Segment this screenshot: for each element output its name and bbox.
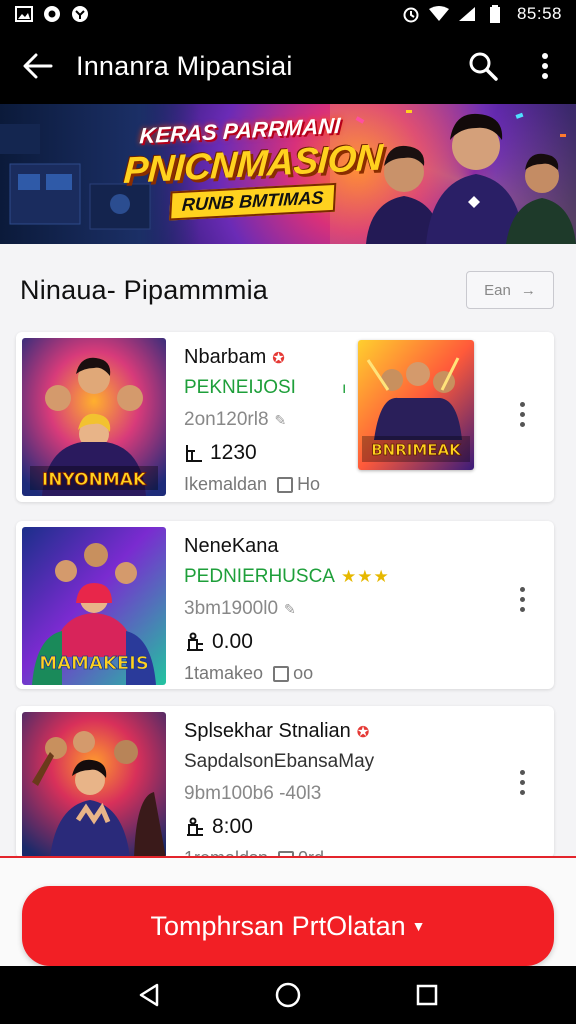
divider-mark: ı xyxy=(342,380,347,397)
item-subtitle: PEDNIERHUSCA ★★★ xyxy=(184,566,484,588)
see-all-label: Ean xyxy=(484,281,511,299)
wifi-icon xyxy=(428,5,449,23)
status-right-icons: 85:58 xyxy=(401,4,562,24)
nav-back-button[interactable] xyxy=(119,966,179,1024)
search-button[interactable] xyxy=(452,28,514,104)
back-triangle-icon xyxy=(140,983,159,1007)
item-subtitle: SapdalsonEbansaMay xyxy=(184,751,375,772)
caret-down-icon: ▼ xyxy=(411,918,426,934)
see-all-button[interactable]: Ean → xyxy=(466,271,554,309)
ticket-icon xyxy=(187,632,203,651)
alarm-icon xyxy=(401,5,421,23)
item-more-button[interactable] xyxy=(510,394,534,434)
nav-home-button[interactable] xyxy=(258,966,318,1024)
app-bar: Innanra Mipansiai xyxy=(0,28,576,104)
item-info: NeneKana PEDNIERHUSCA ★★★ 3bm1900l0 ✎ 0.00… xyxy=(184,535,484,684)
camera-icon xyxy=(42,5,62,23)
item-more-button[interactable] xyxy=(510,579,534,619)
item-price-text: 8:00 xyxy=(212,815,253,838)
promo-banner[interactable]: KERAS PARRMANI PNICNMASION RUNB BMTIMAS xyxy=(0,104,576,244)
back-arrow-icon xyxy=(23,53,53,79)
primary-action-label: Tomphrsan PrtOlatan xyxy=(150,910,406,941)
status-tag: oo xyxy=(293,663,314,683)
list-item[interactable]: MAMAKEIS NeneKana PEDNIERHUSCA ★★★ 3bm190… xyxy=(16,521,554,689)
system-nav-bar xyxy=(0,966,576,1024)
item-subtitle-text: PEDNIERHUSCA xyxy=(184,566,335,587)
item-date-text: 2on120rl8 xyxy=(184,409,269,430)
status-left-icons xyxy=(14,5,90,23)
checkbox-icon xyxy=(277,476,294,493)
app-screen: 85:58 Innanra Mipansiai KERAS PARRMANI P… xyxy=(0,0,576,1024)
poster-title: MAMAKEIS xyxy=(39,653,149,674)
more-vert-icon xyxy=(542,53,548,79)
status-checkbox[interactable]: oo xyxy=(273,663,313,684)
home-circle-icon xyxy=(275,982,301,1008)
movie-poster xyxy=(22,712,166,858)
status-tag: Ho xyxy=(297,474,321,494)
search-icon xyxy=(469,52,498,81)
section-header: Ninaua- Pipammmia Ean → xyxy=(0,262,576,318)
item-price-text: 1230 xyxy=(210,441,257,464)
item-price: 8:00 xyxy=(184,815,484,839)
item-title: NeneKana xyxy=(184,535,279,557)
photo-icon xyxy=(14,5,34,23)
item-date-text: 3bm1900l0 xyxy=(184,598,279,619)
item-date: 9bm100b6 -40l3 xyxy=(184,783,322,804)
banner-people-illustration xyxy=(355,110,576,244)
list-item[interactable]: Splsekhar Stnalian ✪ SapdalsonEbansaMay 9… xyxy=(16,706,554,858)
recents-square-icon xyxy=(416,984,437,1006)
item-title-text: Splsekhar Stnalian xyxy=(184,720,351,742)
item-status-text: 1tamakeo xyxy=(184,663,264,683)
item-more-button[interactable] xyxy=(510,762,534,802)
movie-poster: INYONMAK xyxy=(22,338,166,496)
more-options-button[interactable] xyxy=(514,28,576,104)
status-time: 85:58 xyxy=(516,4,562,23)
item-status-text: Ikemaldan xyxy=(184,474,268,494)
ticket-icon xyxy=(186,445,202,462)
checkbox-icon xyxy=(273,665,290,682)
page-title: Innanra Mipansiai xyxy=(76,50,293,81)
nav-recents-button[interactable] xyxy=(397,966,457,1024)
rating-stars-icon: ★★★ xyxy=(340,567,390,586)
poster-title: INYONMAK xyxy=(42,470,147,490)
ticket-icon xyxy=(187,817,203,836)
item-status: Ikemaldan Ho xyxy=(184,474,484,495)
notification-icon xyxy=(70,5,90,23)
back-button[interactable] xyxy=(0,28,76,104)
status-bar: 85:58 xyxy=(0,0,576,28)
secondary-poster[interactable]: BNRIMEAK xyxy=(358,340,474,470)
banner-headline: KERAS PARRMANI PNICNMASION RUNB BMTIMAS xyxy=(121,112,383,223)
item-info: Splsekhar Stnalian ✪ SapdalsonEbansaMay 9… xyxy=(184,720,484,858)
item-price: 0.00 xyxy=(184,630,484,654)
primary-action-button[interactable]: Tomphrsan PrtOlatan ▼ xyxy=(22,886,554,966)
signal-icon xyxy=(457,5,477,23)
list-item[interactable]: INYONMAK Nbarbam ✪ PEKNEIJOSI 2on120rl8 ✎ … xyxy=(16,332,554,502)
badge-icon: ✪ xyxy=(272,350,285,367)
item-title-text: Nbarbam xyxy=(184,346,267,368)
pin-icon: ✎ xyxy=(274,412,287,428)
item-price-text: 0.00 xyxy=(212,630,253,653)
battery-icon xyxy=(485,5,505,23)
thumb-title: BNRIMEAK xyxy=(371,441,462,459)
item-status: 1tamakeo oo xyxy=(184,663,484,684)
item-title: Splsekhar Stnalian ✪ xyxy=(184,720,484,743)
movie-poster: MAMAKEIS xyxy=(22,527,166,685)
pin-icon: ✎ xyxy=(284,601,296,617)
status-checkbox[interactable]: Ho xyxy=(277,474,320,495)
banner-line-3: RUNB BMTIMAS xyxy=(169,182,337,221)
item-date: 3bm1900l0 ✎ xyxy=(184,598,484,620)
arrow-right-icon: → xyxy=(520,281,536,299)
section-title: Ninaua- Pipammmia xyxy=(20,274,268,305)
badge-icon: ✪ xyxy=(356,724,370,741)
